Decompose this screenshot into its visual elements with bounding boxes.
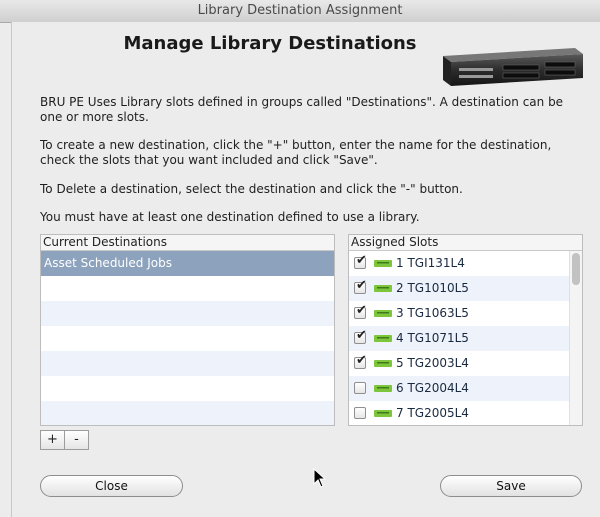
slot-checkbox[interactable] <box>354 382 366 394</box>
slots-list[interactable]: Assigned Slots ✔ 1 TGI131L4 ✔ 2 TG1010L5 ✔ 3 … <box>348 234 583 426</box>
empty-row <box>41 301 334 326</box>
mouse-pointer-icon <box>313 468 327 488</box>
tape-cartridge-icon <box>374 260 392 267</box>
tape-cartridge-icon <box>374 285 392 292</box>
slot-label: 3 TG1063L5 <box>396 306 469 320</box>
slot-row[interactable]: ✔ 3 TG1063L5 <box>349 301 582 326</box>
slot-row[interactable]: ✔ 5 TG2003L4 <box>349 351 582 376</box>
add-destination-button[interactable]: + <box>40 430 65 450</box>
destinations-list[interactable]: Current Destinations Asset Scheduled Job… <box>40 234 335 426</box>
checkmark-icon: ✔ <box>356 303 367 318</box>
slot-label: 5 TG2003L4 <box>396 356 469 370</box>
destinations-column-header[interactable]: Current Destinations <box>41 235 334 251</box>
slot-label: 7 TG2005L4 <box>396 406 469 420</box>
empty-row <box>41 401 334 425</box>
close-button[interactable]: Close <box>40 475 183 497</box>
empty-row <box>41 276 334 301</box>
slots-column-label: Assigned Slots <box>351 235 439 249</box>
destination-item[interactable]: Asset Scheduled Jobs <box>41 251 334 276</box>
slot-checkbox[interactable]: ✔ <box>354 278 367 294</box>
slot-checkbox[interactable]: ✔ <box>354 353 367 369</box>
slot-label: 1 TGI131L4 <box>396 256 465 270</box>
tape-cartridge-icon <box>374 385 392 392</box>
slot-row[interactable]: 6 TG2004L4 <box>349 376 582 401</box>
tape-cartridge-icon <box>374 410 392 417</box>
slot-label: 4 TG1071L5 <box>396 331 469 345</box>
slot-checkbox[interactable]: ✔ <box>354 253 367 269</box>
slot-checkbox[interactable]: ✔ <box>354 303 367 319</box>
checkmark-icon: ✔ <box>356 328 367 343</box>
tape-cartridge-icon <box>374 310 392 317</box>
empty-row <box>41 351 334 376</box>
window-title: Library Destination Assignment <box>0 0 600 23</box>
slot-checkbox[interactable] <box>354 407 366 419</box>
slot-label: 2 TG1010L5 <box>396 281 469 295</box>
instruction-requirement: You must have at least one destination d… <box>40 210 420 224</box>
slots-scrollbar[interactable] <box>569 251 582 425</box>
tape-cartridge-icon <box>374 360 392 367</box>
checkmark-icon: ✔ <box>356 253 367 268</box>
slot-row[interactable]: 7 TG2005L4 <box>349 401 582 425</box>
slot-checkbox[interactable]: ✔ <box>354 328 367 344</box>
slot-row[interactable]: ✔ 1 TGI131L4 <box>349 251 582 276</box>
slot-row[interactable]: ✔ 4 TG1071L5 <box>349 326 582 351</box>
slots-column-header[interactable]: Assigned Slots <box>349 235 582 251</box>
tape-cartridge-icon <box>374 335 392 342</box>
instruction-intro: BRU PE Uses Library slots defined in gro… <box>40 95 564 124</box>
slot-row[interactable]: ✔ 2 TG1010L5 <box>349 276 582 301</box>
checkmark-icon: ✔ <box>356 353 367 368</box>
slot-rows: ✔ 1 TGI131L4 ✔ 2 TG1010L5 ✔ 3 TG1063L5 ✔ 4 TG10… <box>349 251 582 425</box>
scrollbar-thumb[interactable] <box>572 253 580 285</box>
empty-row <box>41 326 334 351</box>
checkmark-icon: ✔ <box>356 278 367 293</box>
tape-library-icon <box>443 48 583 86</box>
save-button[interactable]: Save <box>440 475 582 497</box>
instruction-create: To create a new destination, click the "… <box>40 138 552 167</box>
empty-row <box>41 376 334 401</box>
instruction-delete: To Delete a destination, select the dest… <box>40 182 463 196</box>
remove-destination-button[interactable]: - <box>64 430 89 450</box>
slot-label: 6 TG2004L4 <box>396 381 469 395</box>
